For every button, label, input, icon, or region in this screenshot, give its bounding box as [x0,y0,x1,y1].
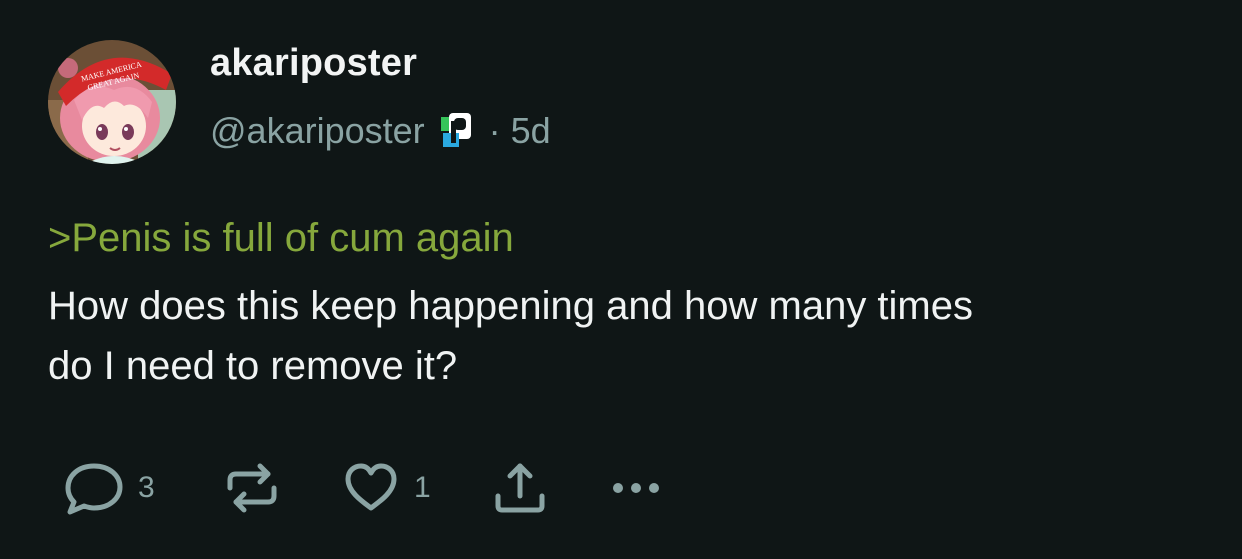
handle[interactable]: @akariposter [210,110,425,152]
heart-icon [340,458,402,518]
repost-arrows-icon [222,458,282,518]
pronoun-badge-icon[interactable] [439,111,477,151]
like-button[interactable]: 1 [340,458,431,518]
reply-button[interactable]: 3 [62,458,155,518]
post-age[interactable]: 5d [511,110,551,152]
repost-button[interactable] [222,458,294,518]
greentext-line: >Penis is full of cum again [48,216,514,260]
reply-count: 3 [138,471,155,504]
post-card[interactable]: MAKE AMERICA GREAT AGAIN akariposter @ak… [0,0,1242,559]
meta-separator: · [488,110,501,151]
post-meta: @akariposter · 5d [210,106,551,156]
avatar[interactable]: MAKE AMERICA GREAT AGAIN [48,40,176,164]
like-count: 1 [414,471,431,504]
post-body: How does this keep happening and how man… [48,284,973,388]
share-button[interactable] [490,458,550,518]
speech-bubble-icon [62,458,126,518]
more-options-button[interactable] [608,458,672,518]
share-upload-icon [490,458,550,518]
ellipsis-icon [608,458,672,518]
display-name[interactable]: akariposter [210,42,417,85]
